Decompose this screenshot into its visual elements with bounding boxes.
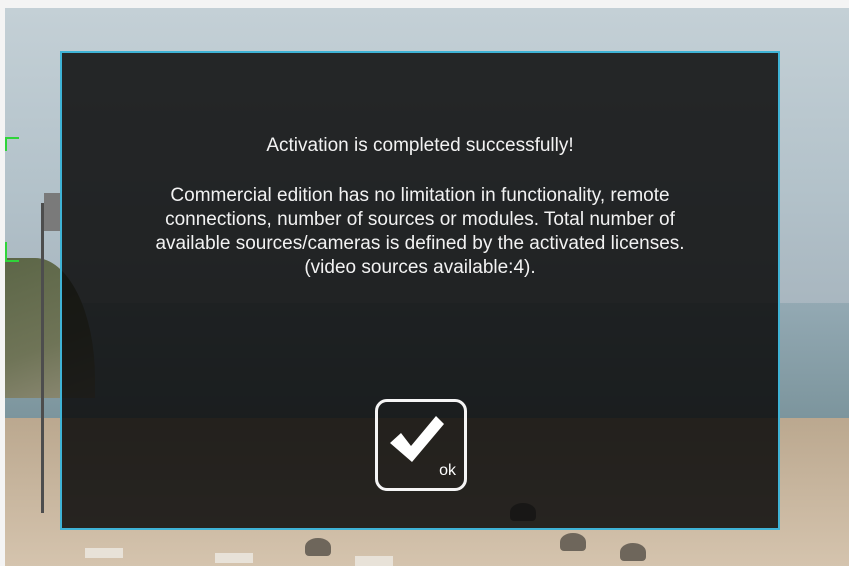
ok-button-label: ok bbox=[439, 462, 456, 479]
ok-button[interactable]: ok bbox=[375, 399, 467, 491]
activation-dialog: Activation is completed successfully! Co… bbox=[60, 51, 780, 530]
video-sunbed bbox=[355, 556, 393, 566]
dialog-title: Activation is completed successfully! bbox=[266, 135, 574, 156]
detection-zone-marker bbox=[5, 242, 19, 262]
video-sunbed bbox=[85, 548, 123, 558]
video-umbrella bbox=[560, 533, 586, 551]
dialog-message-line: connections, number of sources or module… bbox=[165, 209, 675, 230]
dialog-message: Commercial edition has no limitation in … bbox=[82, 184, 758, 280]
video-flag-pole bbox=[41, 203, 44, 513]
dialog-message-line: Commercial edition has no limitation in … bbox=[170, 185, 670, 206]
checkmark-icon bbox=[390, 416, 444, 462]
dialog-message-line: (video sources available:4). bbox=[304, 257, 536, 278]
video-umbrella bbox=[305, 538, 331, 556]
detection-zone-marker bbox=[5, 137, 19, 151]
dialog-message-line: available sources/cameras is defined by … bbox=[155, 233, 685, 254]
video-sunbed bbox=[215, 553, 253, 563]
app-window: Activation is completed successfully! Co… bbox=[0, 0, 849, 566]
video-umbrella bbox=[620, 543, 646, 561]
